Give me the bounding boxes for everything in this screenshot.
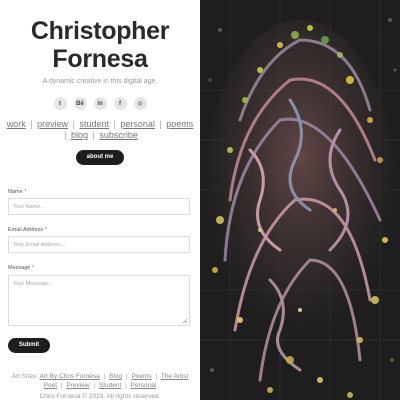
nav-link-student[interactable]: student — [79, 119, 109, 129]
resize-handle-icon[interactable] — [182, 318, 188, 324]
nav-separator: | — [113, 119, 116, 129]
nav-link-subscribe[interactable]: subscribe — [99, 130, 138, 140]
instagram-icon[interactable]: ◎ — [133, 97, 147, 110]
about-me-button[interactable]: about me — [76, 150, 124, 165]
footer-separator: | — [60, 382, 63, 389]
email-field[interactable]: Your Email Address... — [8, 236, 190, 253]
nav-separator: | — [30, 119, 33, 129]
nav-separator: | — [64, 130, 67, 140]
name-placeholder: Your Name... — [13, 204, 45, 210]
art-sites: Art Sites: Art By Chris Fornesa | Blog |… — [6, 372, 194, 390]
behance-glyph: Bē — [76, 100, 84, 107]
nav-link-poems[interactable]: poems — [166, 119, 193, 129]
nav-link-preview[interactable]: preview — [37, 119, 68, 129]
social-links: t Bē in f ◎ — [0, 97, 200, 110]
art-site-link[interactable]: Personal — [131, 382, 157, 389]
title-line-2: Fornesa — [52, 45, 148, 73]
message-placeholder: Your Message... — [13, 281, 53, 287]
title-line-1: Christopher — [30, 17, 170, 45]
footer-separator: | — [93, 382, 96, 389]
art-sites-prefix: Art Sites: — [11, 373, 38, 380]
nav-link-blog[interactable]: blog — [71, 130, 88, 140]
artwork-panel — [200, 0, 400, 400]
twitter-icon[interactable]: t — [53, 97, 67, 110]
message-textarea[interactable]: Your Message... — [8, 275, 190, 326]
footer-separator: | — [103, 373, 106, 380]
required-mark: * — [44, 227, 47, 233]
name-label: Name * — [8, 189, 26, 195]
message-label-text: Message — [8, 265, 31, 271]
nav-link-personal[interactable]: personal — [120, 119, 155, 129]
linkedin-glyph: in — [97, 100, 103, 107]
submit-button[interactable]: Submit — [8, 338, 50, 353]
nav-links: work | preview | student | personal | po… — [6, 119, 194, 141]
site-title: Christopher Fornesa — [0, 17, 200, 73]
footer-separator: | — [155, 373, 158, 380]
facebook-icon[interactable]: f — [113, 97, 127, 110]
nav-separator: | — [92, 130, 95, 140]
name-label-text: Name — [8, 189, 23, 195]
email-placeholder: Your Email Address... — [13, 242, 66, 248]
twitter-glyph: t — [59, 100, 61, 107]
left-panel: Christopher Fornesa A dynamic creative i… — [0, 0, 200, 400]
nav-separator: | — [72, 119, 75, 129]
art-site-link[interactable]: Art By Chris Fornesa — [39, 373, 99, 380]
copyright: Chris Fornesa © 2019. All rights reserve… — [39, 393, 161, 400]
facebook-glyph: f — [119, 100, 121, 107]
required-mark: * — [31, 265, 34, 271]
linkedin-icon[interactable]: in — [93, 97, 107, 110]
required-mark: * — [24, 189, 27, 195]
art-site-link[interactable]: Poems — [131, 373, 151, 380]
name-field[interactable]: Your Name... — [8, 198, 190, 215]
art-site-link[interactable]: Preview — [66, 382, 89, 389]
behance-icon[interactable]: Bē — [73, 97, 87, 110]
footer-separator: | — [125, 373, 128, 380]
nav-separator: | — [159, 119, 162, 129]
message-label: Message * — [8, 265, 34, 271]
email-label: Email Address * — [8, 227, 47, 233]
footer-separator: | — [125, 382, 127, 389]
art-site-link[interactable]: Student — [99, 382, 121, 389]
email-label-text: Email Address — [8, 227, 44, 233]
art-site-link[interactable]: Blog — [109, 373, 122, 380]
nav-link-work[interactable]: work — [7, 119, 26, 129]
instagram-glyph: ◎ — [137, 101, 143, 107]
abstract-artwork-image — [200, 0, 400, 400]
tagline: A dynamic creative in this digital age. — [42, 78, 158, 85]
